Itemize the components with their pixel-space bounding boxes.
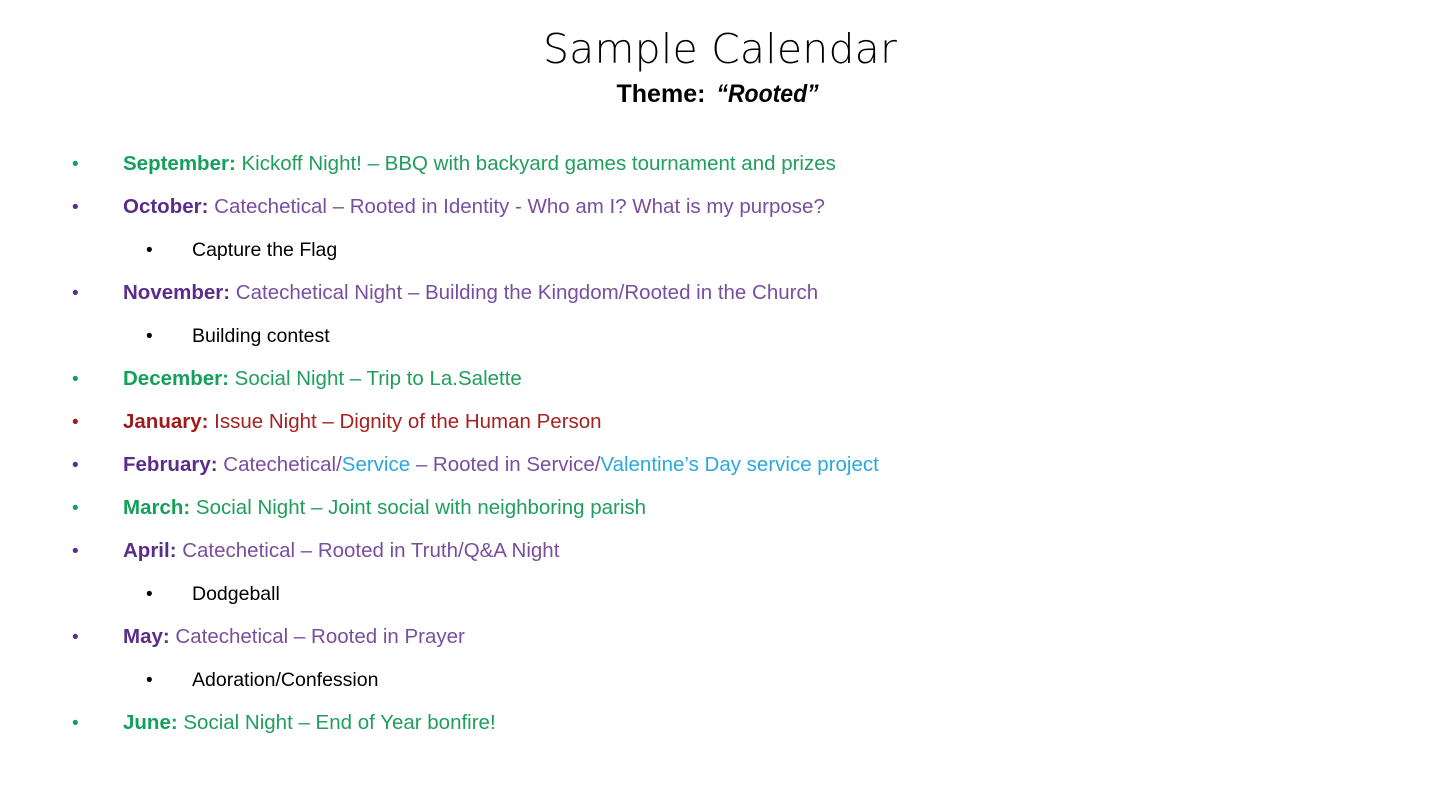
bullet-icon: •: [72, 498, 79, 519]
item-text-run: – Rooted in Service/: [410, 453, 601, 476]
item-description: Social Night – End of Year bonfire!: [177, 711, 496, 734]
month-label: October:: [123, 195, 209, 218]
calendar-month-item: • April: Catechetical – Rooted in Truth/Q…: [0, 537, 1440, 580]
month-label: September:: [123, 152, 236, 175]
item-text: May: Catechetical – Rooted in Prayer: [123, 623, 465, 651]
bullet-icon: •: [146, 240, 153, 261]
item-description: Building contest: [192, 325, 330, 347]
item-text-run: Valentine’s Day service project: [600, 453, 879, 476]
month-label: June:: [123, 711, 178, 734]
bullet-icon: •: [72, 455, 79, 476]
bullet-icon: •: [72, 412, 79, 433]
month-label: April:: [123, 539, 177, 562]
item-description: Social Night – Trip to La.Salette: [228, 367, 522, 390]
calendar-sub-item: • Building contest: [0, 322, 1440, 365]
item-description: Social Night – Joint social with neighbo…: [190, 496, 647, 519]
item-text: Dodgeball: [192, 580, 280, 608]
month-label: May:: [123, 625, 170, 648]
item-description: Issue Night – Dignity of the Human Perso…: [208, 410, 602, 433]
item-text-run: Service: [341, 453, 411, 476]
calendar-sub-item: • Capture the Flag: [0, 236, 1440, 279]
month-label: March:: [123, 496, 191, 519]
calendar-month-item: • October: Catechetical – Rooted in Ident…: [0, 193, 1440, 236]
item-description: Catechetical Night – Building the Kingdo…: [230, 281, 819, 304]
calendar-month-item: • May: Catechetical – Rooted in Prayer: [0, 623, 1440, 666]
bullet-icon: •: [146, 584, 153, 605]
item-text-run: Catechetical/: [217, 453, 342, 476]
item-text: February: Catechetical/Service – Rooted …: [123, 451, 879, 479]
item-text: March: Social Night – Joint social with …: [123, 494, 646, 522]
bullet-icon: •: [146, 326, 153, 347]
item-description: Catechetical – Rooted in Prayer: [169, 625, 465, 648]
month-label: November:: [123, 281, 231, 304]
slide-subtitle: Theme: “Rooted”: [0, 78, 1440, 110]
item-text: June: Social Night – End of Year bonfire…: [123, 709, 496, 737]
item-description: Kickoff Night! – BBQ with backyard games…: [235, 152, 836, 175]
item-description: Capture the Flag: [192, 239, 338, 261]
item-description: Catechetical – Rooted in Truth/Q&A Night: [176, 539, 560, 562]
theme-label: Theme:: [616, 80, 706, 108]
calendar-month-item: • June: Social Night – End of Year bonfir…: [0, 709, 1440, 752]
item-text: November: Catechetical Night – Building …: [123, 279, 818, 307]
calendar-month-item: • September: Kickoff Night! – BBQ with ba…: [0, 150, 1440, 193]
item-description: Dodgeball: [192, 583, 280, 605]
item-description: Catechetical – Rooted in Identity - Who …: [208, 195, 825, 218]
slide-canvas: Sample Calendar Theme: “Rooted” • Septemb…: [0, 0, 1440, 810]
bullet-icon: •: [72, 197, 79, 218]
calendar-month-item: • January: Issue Night – Dignity of the H…: [0, 408, 1440, 451]
bullet-icon: •: [72, 283, 79, 304]
calendar-month-item: • December: Social Night – Trip to La.Sal…: [0, 365, 1440, 408]
item-description: Adoration/Confession: [192, 669, 379, 691]
item-text: December: Social Night – Trip to La.Sale…: [123, 365, 522, 393]
month-label: February:: [123, 453, 218, 476]
item-text: January: Issue Night – Dignity of the Hu…: [123, 408, 602, 436]
bullet-icon: •: [72, 541, 79, 562]
bullet-icon: •: [146, 670, 153, 691]
item-text: October: Catechetical – Rooted in Identi…: [123, 193, 825, 221]
calendar-sub-item: • Adoration/Confession: [0, 666, 1440, 709]
item-text: September: Kickoff Night! – BBQ with bac…: [123, 150, 836, 178]
item-text: Building contest: [192, 322, 330, 350]
item-text: Adoration/Confession: [192, 666, 378, 694]
bullet-icon: •: [72, 713, 79, 734]
calendar-month-item: • March: Social Night – Joint social with…: [0, 494, 1440, 537]
bullet-icon: •: [72, 369, 79, 390]
calendar-month-item: • February: Catechetical/Service – Rooted…: [0, 451, 1440, 494]
month-label: January:: [123, 410, 209, 433]
bullet-icon: •: [72, 627, 79, 648]
calendar-month-item: • November: Catechetical Night – Building…: [0, 279, 1440, 322]
calendar-sub-item: • Dodgeball: [0, 580, 1440, 623]
item-text: Capture the Flag: [192, 236, 337, 264]
item-text: April: Catechetical – Rooted in Truth/Q&…: [123, 537, 559, 565]
theme-value: “Rooted”: [716, 80, 820, 108]
page-title: Sample Calendar: [542, 25, 898, 73]
bullet-icon: •: [72, 154, 79, 175]
title-block: Sample Calendar Theme: “Rooted”: [0, 24, 1440, 110]
calendar-bullet-list: • September: Kickoff Night! – BBQ with ba…: [0, 150, 1440, 752]
month-label: December:: [123, 367, 229, 390]
